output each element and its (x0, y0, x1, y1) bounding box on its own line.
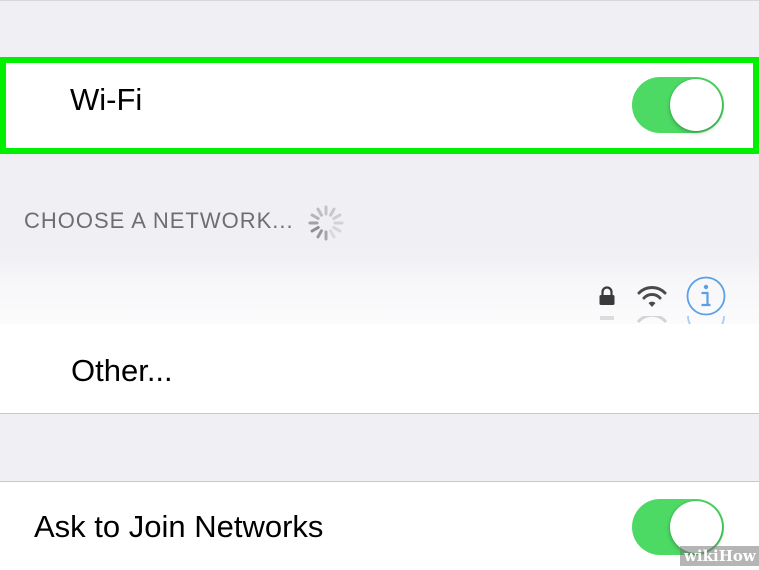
wifi-label: Wi-Fi (70, 82, 143, 117)
watermark-brand-light: wiki (684, 547, 719, 565)
wifi-row: Wi-Fi (6, 63, 753, 148)
ask-to-join-label: Ask to Join Networks (34, 509, 324, 544)
watermark-brand-bold: How (718, 547, 756, 565)
info-icon[interactable] (686, 276, 726, 316)
wikihow-watermark: wikiHow (680, 546, 759, 566)
wifi-toggle[interactable] (632, 77, 724, 133)
top-divider (0, 0, 759, 1)
network-row-next-icons (600, 316, 725, 324)
lock-icon (599, 286, 615, 305)
other-network-row[interactable]: Other... (0, 324, 759, 414)
network-row-partial[interactable] (0, 252, 759, 324)
wifi-signal-icon (637, 286, 667, 307)
other-label: Other... (71, 353, 173, 388)
ask-to-join-row: Ask to Join Networks (0, 481, 759, 570)
choose-network-header: CHOOSE A NETWORK... (24, 208, 294, 233)
wifi-toggle-knob (670, 79, 722, 131)
loading-spinner-icon (308, 205, 344, 241)
